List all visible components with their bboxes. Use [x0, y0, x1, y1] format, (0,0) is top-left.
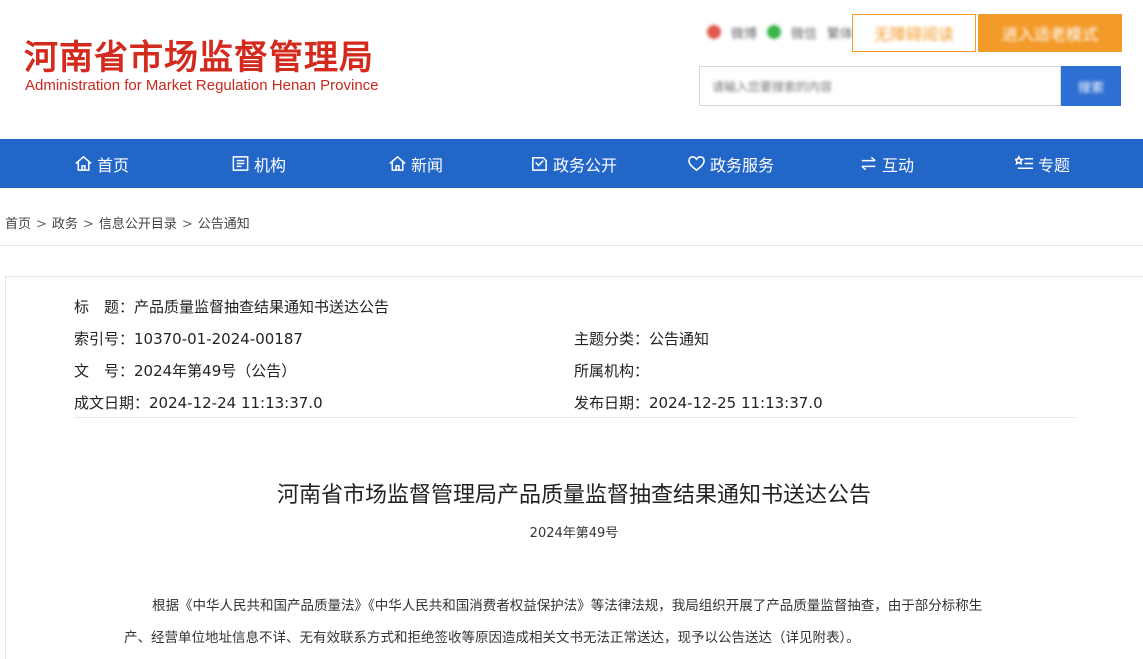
nav-item-topic[interactable]: 专题: [1015, 139, 1070, 188]
accessibility-button[interactable]: 无障碍阅读: [852, 14, 976, 52]
elder-mode-button-label: 进入适老模式: [1001, 25, 1098, 44]
news-icon: [389, 155, 406, 171]
site-header: 河南省市场监督管理局 Administration for Market Reg…: [0, 0, 1143, 139]
article-paragraph-line: 根据《中华人民共和国产品质量法》《中华人民共和国消费者权益保护法》等法律法规，我…: [152, 598, 983, 614]
breadcrumb-home[interactable]: 首页: [5, 217, 31, 232]
search-button[interactable]: 搜索: [1061, 66, 1121, 106]
main-nav: 首页 机构 新闻 政务公开 政务服务 互动 专题: [0, 139, 1143, 188]
nav-item-gov-open[interactable]: 政务公开: [530, 139, 617, 188]
site-logo-en: Administration for Market Regulation Hen…: [25, 77, 379, 94]
nav-label-topic: 专题: [1038, 155, 1071, 175]
breadcrumb-catalog[interactable]: 信息公开目录: [99, 217, 177, 232]
breadcrumb: 首页 > 政务 > 信息公开目录 > 公告通知: [5, 213, 250, 232]
weibo-icon[interactable]: [707, 25, 721, 39]
nav-label-gov-service: 政务服务: [710, 155, 775, 175]
top-link-wechat[interactable]: 微信: [791, 23, 817, 42]
meta-created: 成文日期：2024-12-24 11:13:37.0: [74, 394, 323, 412]
meta-topic: 主题分类：公告通知: [574, 330, 710, 348]
breadcrumb-separator: >: [36, 217, 47, 232]
breadcrumb-separator: >: [82, 217, 94, 232]
gov-open-icon: [532, 157, 547, 171]
site-logo-cn[interactable]: 河南省市场监督管理局: [24, 30, 374, 79]
wechat-icon[interactable]: [767, 25, 782, 39]
exchange-icon: [861, 156, 876, 171]
article-paragraph: 根据《中华人民共和国产品质量法》《中华人民共和国消费者权益保护法》等法律法规，我…: [124, 590, 1084, 654]
breadcrumb-separator: >: [181, 217, 193, 232]
article-paragraph-line: 产、经营单位地址信息不详、无有效联系方式和拒绝签收等原因造成相关文书无法正常送达…: [124, 630, 860, 646]
meta-published: 发布日期：2024-12-25 11:13:37.0: [574, 394, 823, 412]
top-link-weibo[interactable]: 微博: [731, 23, 757, 42]
org-icon: [232, 156, 249, 171]
meta-divider: [74, 417, 1076, 418]
search-button-label: 搜索: [1077, 80, 1104, 96]
nav-label-home: 首页: [97, 155, 130, 175]
nav-label-org: 机构: [254, 155, 287, 175]
home-icon: [75, 155, 92, 171]
nav-label-gov-open: 政务公开: [553, 155, 618, 175]
article-title: 河南省市场监督管理局产品质量监督抽查结果通知书送达公告: [276, 483, 871, 508]
nav-item-gov-service[interactable]: 政务服务: [687, 139, 774, 188]
nav-label-news: 新闻: [411, 155, 444, 175]
search-box: [699, 66, 1061, 107]
content-panel: 标 题：产品质量监督抽查结果通知书送达公告 索引号：10370-01-2024-…: [5, 276, 1143, 659]
nav-label-interact: 互动: [882, 155, 915, 175]
nav-item-interact[interactable]: 互动: [859, 139, 914, 188]
topic-icon: [1015, 155, 1034, 170]
breadcrumb-gov[interactable]: 政务: [52, 217, 78, 232]
breadcrumb-divider: [0, 245, 1143, 246]
nav-item-home[interactable]: 首页: [74, 139, 129, 188]
nav-item-org[interactable]: 机构: [231, 139, 286, 188]
article-number: 2024年第49号: [529, 526, 619, 541]
accessibility-button-label: 无障碍阅读: [873, 25, 954, 44]
heart-icon: [688, 156, 705, 172]
meta-org: 所属机构：: [574, 362, 650, 380]
search-input[interactable]: [710, 67, 1044, 107]
breadcrumb-notice[interactable]: 公告通知: [198, 217, 250, 232]
meta-index-no: 索引号：10370-01-2024-00187: [74, 330, 303, 348]
elder-mode-button[interactable]: 进入适老模式: [978, 14, 1122, 52]
meta-doc-no: 文 号：2024年第49号（公告）: [74, 362, 297, 380]
meta-title: 标 题：产品质量监督抽查结果通知书送达公告: [74, 298, 390, 316]
top-link-traditional[interactable]: 繁体: [827, 23, 853, 42]
nav-item-news[interactable]: 新闻: [388, 139, 443, 188]
